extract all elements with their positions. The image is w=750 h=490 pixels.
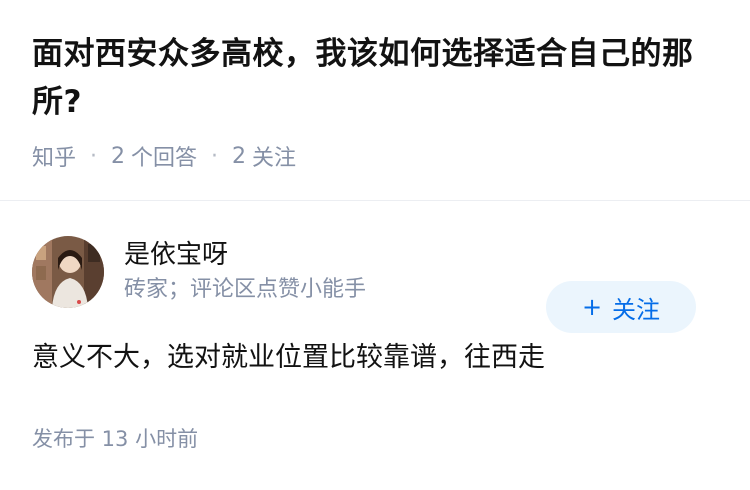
page: 面对西安众多高校，我该如何选择适合自己的那所? 知乎 · 2 个回答 · 2 关… [0,0,750,490]
meta-separator: · [90,143,98,169]
meta-separator: · [211,143,219,169]
plus-icon: + [581,293,603,321]
author-info: 是依宝呀 砖家；评论区点赞小能手 [124,238,366,306]
question-meta: 知乎 · 2 个回答 · 2 关注 [32,140,718,172]
question-header: 面对西安众多高校，我该如何选择适合自己的那所? 知乎 · 2 个回答 · 2 关… [0,0,750,172]
answer-card: 是依宝呀 砖家；评论区点赞小能手 + 关注 意义不大，选对就业位置比较靠谱，往西… [0,235,750,453]
source-label[interactable]: 知乎 [32,140,76,172]
follow-label: 关注 [612,295,661,324]
followers-label[interactable]: 关注 [252,140,296,172]
author-bio: 砖家；评论区点赞小能手 [124,277,367,302]
question-title[interactable]: 面对西安众多高校，我该如何选择适合自己的那所? [32,30,718,126]
publish-time: 发布于 13 小时前 [32,427,199,451]
author-name[interactable]: 是依宝呀 [124,238,366,272]
answer-content[interactable]: 意义不大，选对就业位置比较靠谱，往西走 [32,337,718,379]
avatar[interactable] [32,236,104,308]
avatar-image [32,236,104,308]
answers-count: 2 [111,143,126,169]
section-divider [0,200,750,201]
followers-count: 2 [232,143,247,169]
follow-button[interactable]: + 关注 [546,281,696,333]
answers-label[interactable]: 个回答 [131,140,197,172]
